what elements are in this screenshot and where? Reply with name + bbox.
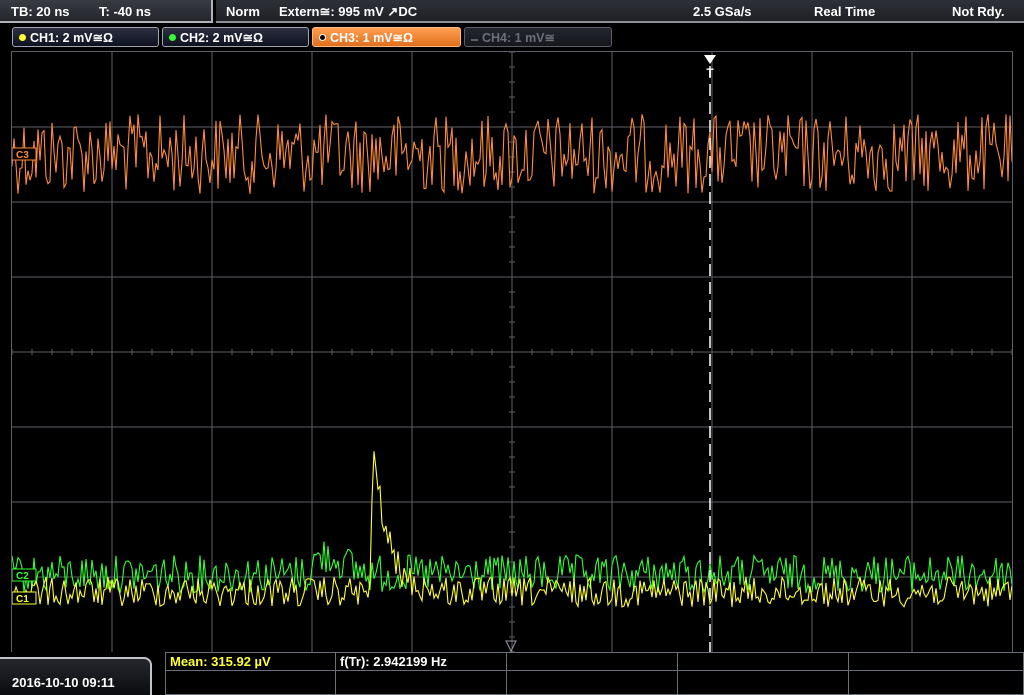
acquisition-mode: Real Time (814, 4, 876, 19)
channel-4-button[interactable]: CH4: 1 mV≅ (464, 27, 612, 47)
trigger-offset-label: T: -40 ns (99, 4, 152, 19)
measurement-table[interactable]: Mean: 315.92 µV f(Tr): 2.942199 Hz (165, 652, 1024, 695)
channel-2-button[interactable]: CH2: 2 mV≅Ω (162, 27, 309, 47)
top-status-bar: TB: 20 ns T: -40 ns Norm Extern≅: 995 mV… (0, 0, 1024, 24)
date-time: 2016-10-10 09:11 (12, 675, 115, 690)
acquisition-status-line[interactable]: Norm Extern≅: 995 mV ↗DC 2.5 GSa/s Real … (216, 0, 1024, 23)
measurement-cell-empty-3[interactable] (848, 652, 1024, 671)
channel-3-indicator-icon (319, 34, 326, 41)
timebase-label: TB: 20 ns (11, 4, 70, 19)
channel-2-indicator-icon (169, 34, 176, 41)
channel-4-label: CH4: 1 mV≅ (482, 31, 555, 45)
measurement-cell-empty-5[interactable] (335, 670, 507, 695)
frequency-measurement: f(Tr): 2.942199 Hz (340, 654, 447, 669)
measurement-cell-empty-2[interactable] (677, 652, 849, 671)
channel-1-button[interactable]: CH1: 2 mV≅Ω (12, 27, 159, 47)
measurement-cell-empty-8[interactable] (848, 670, 1024, 695)
channel-2-label: CH2: 2 mV≅Ω (180, 31, 264, 45)
channel-1-label: CH1: 2 mV≅Ω (30, 31, 114, 45)
channel-3-offset-label: C3 (16, 150, 29, 161)
channel-2-offset-label: C2 (16, 571, 29, 582)
channel-1-indicator-icon (19, 34, 26, 41)
date-time-box: 2016-10-10 09:11 (0, 657, 152, 695)
measurement-cell-empty-7[interactable] (677, 670, 849, 695)
channel-1-offset-label: C1 (16, 594, 29, 605)
center-marker-icon (505, 640, 517, 652)
timebase-box[interactable]: TB: 20 ns T: -40 ns (0, 0, 213, 23)
measurement-cell-empty-6[interactable] (506, 670, 678, 695)
channel-3-button[interactable]: CH3: 1 mV≅Ω (312, 27, 461, 47)
measurement-cell-empty-4[interactable] (165, 670, 336, 695)
measurement-cell-empty-1[interactable] (506, 652, 678, 671)
trigger-source: Extern≅: 995 mV ↗DC (279, 4, 418, 19)
bottom-bar: 2016-10-10 09:11 Mean: 315.92 µV f(Tr): … (0, 652, 1024, 695)
trigger-marker-label: T (706, 66, 714, 80)
sample-rate: 2.5 GSa/s (693, 4, 752, 19)
channel-4-indicator-icon (471, 39, 478, 41)
trigger-mode: Norm (226, 4, 260, 19)
graticule-svg: T C3 C2 C1 (12, 52, 1012, 652)
graticule-grid (12, 52, 1012, 652)
mean-measurement: Mean: 315.92 µV (170, 654, 271, 669)
trigger-arrow-icon[interactable] (704, 55, 716, 64)
run-status: Not Rdy. (952, 4, 1005, 19)
channel-3-label: CH3: 1 mV≅Ω (330, 31, 414, 45)
waveform-display[interactable]: T C3 C2 C1 (11, 51, 1013, 653)
